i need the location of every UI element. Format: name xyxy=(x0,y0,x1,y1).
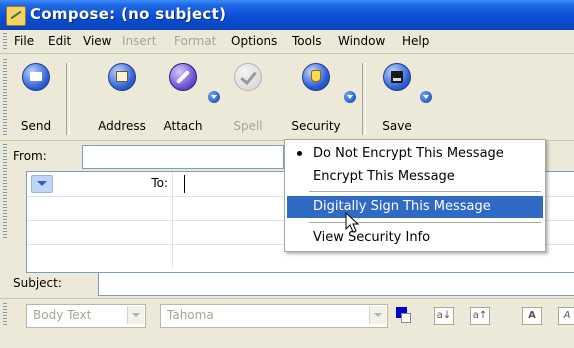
address-book-icon xyxy=(108,63,136,91)
menu-options[interactable]: Options xyxy=(231,34,277,48)
window-title: Compose: (no subject) xyxy=(30,5,227,23)
spell-button[interactable]: Spell xyxy=(226,59,270,133)
security-dropdown-arrow-icon[interactable] xyxy=(344,91,356,103)
save-disk-icon xyxy=(383,63,411,91)
menu-separator xyxy=(309,222,541,223)
menu-item-digitally-sign[interactable]: Digitally Sign This Message xyxy=(287,196,543,218)
main-toolbar: Send Address Attach Spell Security Save xyxy=(0,55,574,141)
menu-format[interactable]: Format xyxy=(174,34,216,48)
recipient-type-label: To: xyxy=(151,176,168,190)
formatbar-grip[interactable] xyxy=(3,303,7,325)
font-value: Tahoma xyxy=(167,308,214,322)
subject-label: Subject: xyxy=(13,276,62,290)
toolbar-separator xyxy=(362,63,366,135)
text-caret xyxy=(184,175,185,193)
compose-window-icon xyxy=(6,6,26,26)
recipient-type-select[interactable] xyxy=(31,175,53,193)
send-label: Send xyxy=(20,119,52,133)
chevron-down-icon[interactable] xyxy=(369,306,386,324)
paragraph-style-select[interactable]: Body Text xyxy=(26,304,146,328)
save-button[interactable]: Save xyxy=(376,59,418,133)
menu-item-view-security-info[interactable]: View Security Info xyxy=(287,227,543,249)
italic-icon[interactable]: A xyxy=(558,307,574,325)
attach-label: Attach xyxy=(163,119,203,133)
menu-item-label: Digitally Sign This Message xyxy=(313,199,491,214)
toolbar-separator xyxy=(66,63,70,135)
subject-input[interactable] xyxy=(98,272,574,296)
security-dropdown-menu: Do Not Encrypt This Message Encrypt This… xyxy=(284,139,546,252)
font-select[interactable]: Tahoma xyxy=(160,304,388,328)
save-dropdown-arrow-icon[interactable] xyxy=(420,91,432,103)
toolbar-grip[interactable] xyxy=(3,59,7,135)
paperclip-icon xyxy=(169,63,197,91)
address-grip[interactable] xyxy=(3,144,7,240)
menu-tools[interactable]: Tools xyxy=(292,34,322,48)
menu-item-label: View Security Info xyxy=(313,230,431,245)
menubar-grip[interactable] xyxy=(3,33,7,51)
paragraph-style-value: Body Text xyxy=(33,308,92,322)
menu-bar: File Edit View Insert Format Options Too… xyxy=(0,30,574,54)
attach-button[interactable]: Attach xyxy=(160,59,206,133)
menu-item-encrypt[interactable]: Encrypt This Message xyxy=(287,166,543,188)
send-icon xyxy=(22,63,50,91)
increase-font-size-icon[interactable]: a↑ xyxy=(470,307,490,325)
menu-insert[interactable]: Insert xyxy=(122,34,156,48)
menu-separator xyxy=(309,191,541,192)
text-color-button[interactable] xyxy=(396,307,412,323)
spell-label: Spell xyxy=(233,119,263,133)
menu-help[interactable]: Help xyxy=(402,34,429,48)
address-button[interactable]: Address xyxy=(90,59,154,133)
title-bar[interactable]: Compose: (no subject) xyxy=(0,0,574,30)
radio-bullet-icon xyxy=(297,151,302,156)
menu-item-label: Encrypt This Message xyxy=(313,169,455,184)
decrease-font-size-icon[interactable]: a↓ xyxy=(434,307,454,325)
security-label: Security xyxy=(291,119,341,133)
address-label: Address xyxy=(98,119,146,133)
menu-item-label: Do Not Encrypt This Message xyxy=(313,146,504,161)
from-field[interactable] xyxy=(82,145,284,169)
attach-dropdown-arrow-icon[interactable] xyxy=(208,91,220,103)
menu-window[interactable]: Window xyxy=(338,34,385,48)
background-color-swatch-icon xyxy=(401,313,411,323)
send-button[interactable]: Send xyxy=(14,59,58,133)
mouse-pointer-icon xyxy=(345,212,359,233)
menu-view[interactable]: View xyxy=(83,34,111,48)
chevron-down-icon[interactable] xyxy=(127,306,144,324)
save-label: Save xyxy=(382,119,412,133)
menu-edit[interactable]: Edit xyxy=(48,34,71,48)
menu-file[interactable]: File xyxy=(14,34,34,48)
from-label: From: xyxy=(13,149,47,163)
security-lock-icon xyxy=(302,63,330,91)
spellcheck-icon xyxy=(234,63,262,91)
security-button[interactable]: Security xyxy=(286,59,346,133)
menu-item-do-not-encrypt[interactable]: Do Not Encrypt This Message xyxy=(287,143,543,165)
format-toolbar: Body Text Tahoma a↓ a↑ A A xyxy=(0,298,574,328)
bold-icon[interactable]: A xyxy=(522,307,542,325)
